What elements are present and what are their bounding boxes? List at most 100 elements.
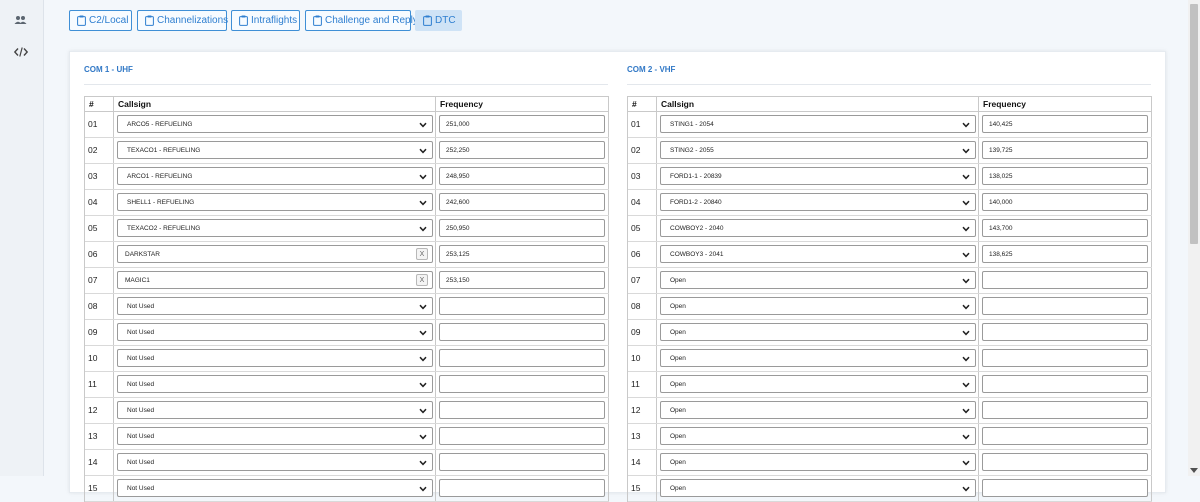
frequency-input[interactable] [439, 297, 605, 315]
callsign-select[interactable]: Open [660, 479, 976, 497]
frequency-input[interactable]: 248,950 [439, 167, 605, 185]
tab-c2-local[interactable]: C2/Local [69, 10, 132, 31]
com2-table: # Callsign Frequency 01 STING1 - 2054 140,425… [627, 96, 1152, 502]
frequency-input[interactable] [982, 427, 1148, 445]
frequency-input[interactable] [439, 323, 605, 341]
page-scrollbar[interactable] [1188, 0, 1200, 476]
header-cell-num: # [85, 97, 114, 111]
callsign-select[interactable]: SHELL1 - REFUELING [117, 193, 433, 211]
frequency-input[interactable] [439, 479, 605, 497]
table-row: 12 Open [628, 398, 1152, 424]
frequency-input[interactable] [439, 427, 605, 445]
frequency-input[interactable] [439, 349, 605, 367]
frequency-input[interactable]: 242,600 [439, 193, 605, 211]
callsign-select[interactable]: Not Used [117, 349, 433, 367]
callsign-select[interactable]: Not Used [117, 479, 433, 497]
row-number: 01 [631, 119, 641, 129]
row-number-cell: 13 [85, 424, 114, 449]
row-number-cell: 01 [628, 112, 657, 137]
callsign-select[interactable]: Open [660, 349, 976, 367]
frequency-input[interactable] [982, 401, 1148, 419]
row-number: 12 [88, 405, 98, 415]
callsign-select[interactable]: Open [660, 453, 976, 471]
frequency-input[interactable]: 138,025 [982, 167, 1148, 185]
callsign-select[interactable]: FORD1-2 - 20840 [660, 193, 976, 211]
frequency-input[interactable]: 253,150 [439, 271, 605, 289]
frequency-input[interactable]: 138,625 [982, 245, 1148, 263]
frequency-input[interactable]: 252,250 [439, 141, 605, 159]
table-row: 13 Not Used [85, 424, 609, 450]
tab-channelizations[interactable]: Channelizations [137, 10, 228, 31]
callsign-select[interactable]: Not Used [117, 427, 433, 445]
frequency-value: 242,600 [446, 199, 470, 206]
frequency-input[interactable] [439, 375, 605, 393]
scroll-down-arrow-icon[interactable] [1190, 468, 1198, 473]
callsign-input[interactable]: MAGIC1 X [117, 271, 433, 289]
table-row: 15 Not Used [85, 476, 609, 502]
frequency-input[interactable]: 140,425 [982, 115, 1148, 133]
frequency-input[interactable]: 250,950 [439, 219, 605, 237]
callsign-cell: ARCO1 - REFUELING [114, 164, 436, 189]
frequency-input[interactable]: 253,125 [439, 245, 605, 263]
callsign-select[interactable]: Open [660, 427, 976, 445]
callsign-select[interactable]: FORD1-1 - 20839 [660, 167, 976, 185]
frequency-input[interactable]: 251,000 [439, 115, 605, 133]
callsign-cell: Open [657, 476, 979, 501]
callsign-select[interactable]: Open [660, 323, 976, 341]
frequency-cell: 253,125 [436, 242, 609, 267]
callsign-select[interactable]: COWBOY3 - 2041 [660, 245, 976, 263]
frequency-input[interactable]: 140,000 [982, 193, 1148, 211]
callsign-select[interactable]: Not Used [117, 375, 433, 393]
frequency-cell [979, 268, 1152, 293]
users-gear-icon[interactable] [10, 11, 32, 29]
callsign-select[interactable]: Open [660, 401, 976, 419]
frequency-input[interactable] [982, 375, 1148, 393]
table-row: 09 Open [628, 320, 1152, 346]
callsign-select[interactable]: Not Used [117, 401, 433, 419]
callsign-value: Not Used [127, 303, 155, 310]
callsign-select[interactable]: TEXACO2 - REFUELING [117, 219, 433, 237]
frequency-input[interactable]: 143,700 [982, 219, 1148, 237]
frequency-input[interactable] [982, 349, 1148, 367]
table-row: 04 FORD1-2 - 20840 140,000 [628, 190, 1152, 216]
frequency-input[interactable] [982, 297, 1148, 315]
table-row: 09 Not Used [85, 320, 609, 346]
callsign-select[interactable]: Not Used [117, 453, 433, 471]
callsign-select[interactable]: STING1 - 2054 [660, 115, 976, 133]
frequency-input[interactable] [439, 401, 605, 419]
row-number: 02 [88, 145, 98, 155]
callsign-select[interactable]: Open [660, 271, 976, 289]
clipboard-icon [77, 15, 86, 26]
frequency-input[interactable] [439, 453, 605, 471]
frequency-cell: 138,025 [979, 164, 1152, 189]
frequency-cell: 248,950 [436, 164, 609, 189]
callsign-select[interactable]: COWBOY2 - 2040 [660, 219, 976, 237]
frequency-input[interactable]: 139,725 [982, 141, 1148, 159]
clear-button[interactable]: X [416, 274, 428, 286]
callsign-select[interactable]: STING2 - 2055 [660, 141, 976, 159]
callsign-select[interactable]: ARCO1 - REFUELING [117, 167, 433, 185]
callsign-input[interactable]: DARKSTAR X [117, 245, 433, 263]
frequency-input[interactable] [982, 479, 1148, 497]
tab-dtc[interactable]: DTC [415, 10, 462, 31]
chevron-down-icon [419, 433, 427, 440]
callsign-cell: Open [657, 398, 979, 423]
callsign-select[interactable]: ARCO5 - REFUELING [117, 115, 433, 133]
clear-button[interactable]: X [416, 248, 428, 260]
row-number: 11 [88, 379, 97, 389]
frequency-input[interactable] [982, 323, 1148, 341]
scrollbar-thumb[interactable] [1190, 4, 1198, 244]
callsign-select[interactable]: Not Used [117, 323, 433, 341]
callsign-select[interactable]: Open [660, 297, 976, 315]
sidebar [0, 0, 44, 476]
callsign-select[interactable]: Not Used [117, 297, 433, 315]
tab-intraflights[interactable]: Intraflights [231, 10, 300, 31]
callsign-cell: Not Used [114, 424, 436, 449]
code-icon[interactable] [10, 43, 32, 61]
row-number-cell: 07 [628, 268, 657, 293]
tab-challenge-and-reply[interactable]: Challenge and Reply [305, 10, 418, 31]
callsign-select[interactable]: Open [660, 375, 976, 393]
frequency-input[interactable] [982, 271, 1148, 289]
frequency-input[interactable] [982, 453, 1148, 471]
callsign-select[interactable]: TEXACO1 - REFUELING [117, 141, 433, 159]
